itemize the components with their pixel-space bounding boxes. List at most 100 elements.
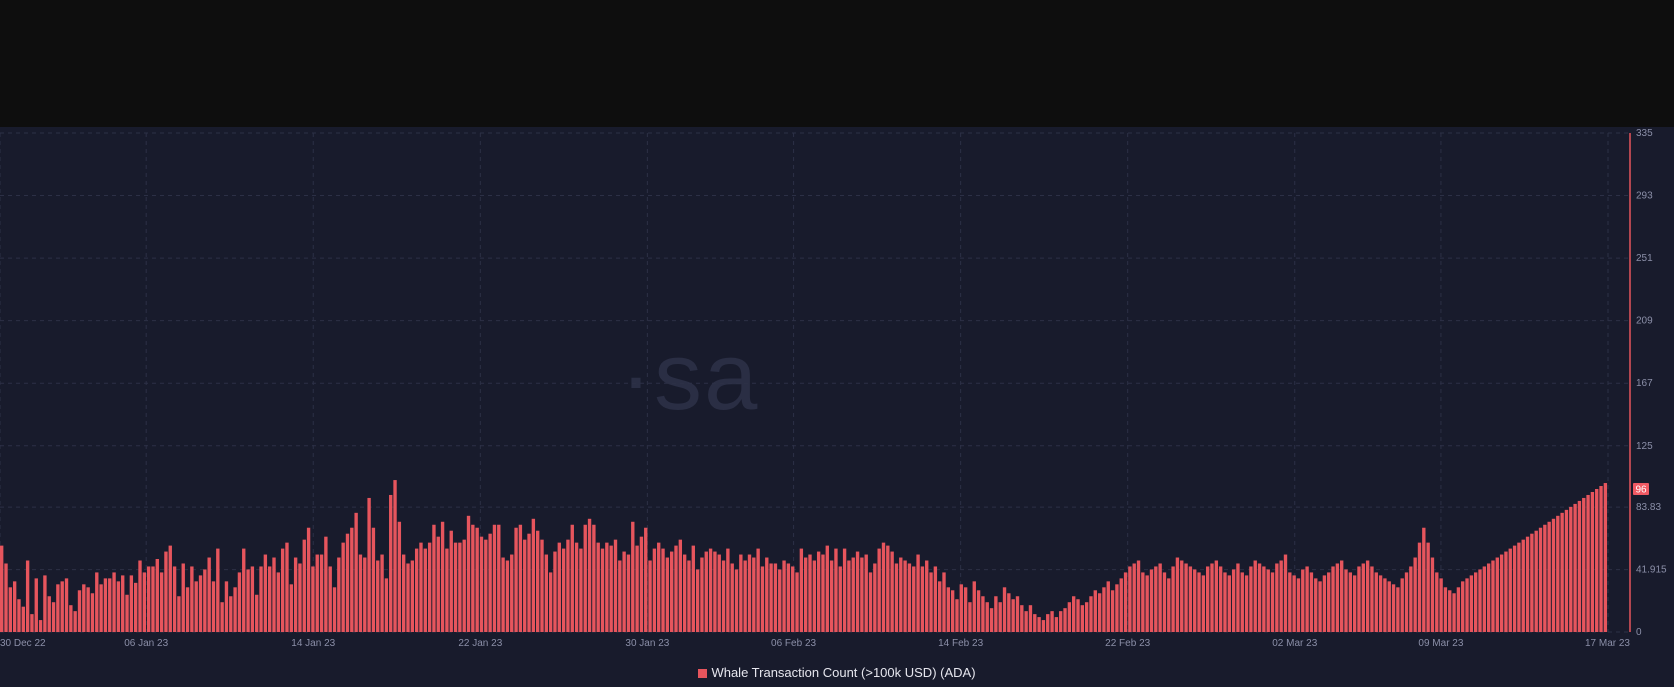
x-tick-label: 22 Feb 23 — [1105, 638, 1150, 649]
bar — [255, 594, 259, 632]
bar — [825, 545, 829, 632]
bar — [886, 545, 890, 632]
bar — [220, 602, 224, 632]
bar — [1231, 569, 1236, 632]
bar — [1301, 569, 1305, 632]
bar — [864, 554, 868, 632]
bar — [570, 524, 574, 632]
bar — [548, 572, 553, 632]
bar — [682, 554, 687, 632]
current-value-label: 96 — [1635, 485, 1647, 496]
bar — [950, 590, 955, 632]
bar — [86, 587, 90, 632]
bar — [479, 536, 484, 632]
y-tick-label: 335 — [1636, 128, 1653, 139]
bar — [237, 572, 242, 632]
bar — [1167, 578, 1171, 632]
bar — [1084, 602, 1089, 632]
bar — [583, 524, 587, 632]
bar — [350, 527, 354, 632]
bar — [1141, 572, 1145, 632]
bar — [635, 545, 639, 632]
bar — [972, 581, 976, 632]
bar — [1365, 560, 1370, 632]
x-tick-label: 06 Feb 23 — [771, 638, 816, 649]
bar — [1266, 569, 1270, 632]
bar — [1465, 578, 1469, 632]
bar — [1374, 572, 1378, 632]
bar — [384, 578, 389, 632]
bar — [531, 518, 536, 632]
bar — [903, 560, 907, 632]
bar — [341, 542, 345, 632]
y-axis: 0 41.915 83.83 125 167 209 251 293 335 — [1629, 128, 1667, 638]
bar — [912, 566, 916, 632]
bar — [272, 557, 276, 632]
bar — [1417, 542, 1422, 632]
bar — [1538, 527, 1543, 632]
bar — [345, 533, 350, 632]
bar — [138, 560, 142, 632]
bar — [1037, 617, 1041, 632]
bar — [553, 551, 557, 632]
bar — [1400, 578, 1404, 632]
bar — [1041, 620, 1046, 632]
bar — [700, 557, 704, 632]
bar — [21, 606, 25, 632]
legend[interactable]: Whale Transaction Count (>100k USD) (ADA… — [0, 665, 1674, 680]
bar — [1050, 611, 1054, 632]
bar — [402, 554, 406, 632]
bar — [445, 548, 449, 632]
bar — [181, 563, 185, 632]
bar — [302, 539, 306, 632]
bar — [276, 572, 281, 632]
bar — [670, 551, 674, 632]
bar — [462, 539, 466, 632]
bar — [298, 563, 302, 632]
bar — [8, 587, 13, 632]
bar — [1132, 563, 1136, 632]
bar — [1357, 566, 1361, 632]
bar — [985, 602, 989, 632]
bar — [116, 581, 121, 632]
bar — [159, 572, 164, 632]
bar — [1011, 599, 1015, 632]
bar — [665, 557, 670, 632]
bar — [756, 548, 760, 632]
bar — [1210, 563, 1214, 632]
bar — [631, 521, 635, 632]
bar — [860, 557, 864, 632]
bar — [289, 584, 293, 632]
bar — [838, 566, 842, 632]
bar — [600, 548, 605, 632]
bar — [739, 554, 743, 632]
bar — [648, 560, 652, 632]
bar — [1469, 575, 1474, 632]
bar — [406, 563, 410, 632]
bar — [1206, 566, 1210, 632]
bar — [246, 569, 250, 632]
bar — [514, 527, 518, 632]
bar — [151, 566, 155, 632]
bar — [1335, 563, 1340, 632]
x-tick-label: 09 Mar 23 — [1418, 638, 1463, 649]
bar — [471, 524, 475, 632]
bar — [1154, 566, 1158, 632]
bar — [1193, 569, 1197, 632]
bar — [501, 557, 505, 632]
bar — [596, 542, 600, 632]
bar — [1309, 572, 1314, 632]
bar — [868, 572, 873, 632]
bar — [1020, 605, 1024, 632]
bar — [1543, 524, 1547, 632]
bar — [1123, 572, 1128, 632]
y-tick-label: 83.83 — [1636, 502, 1661, 513]
bar — [1430, 557, 1435, 632]
bar — [566, 539, 570, 632]
bar — [367, 497, 371, 632]
bar — [1149, 569, 1154, 632]
bar — [393, 480, 397, 632]
bar — [1314, 578, 1318, 632]
bar — [851, 557, 855, 632]
bar — [1512, 545, 1517, 632]
